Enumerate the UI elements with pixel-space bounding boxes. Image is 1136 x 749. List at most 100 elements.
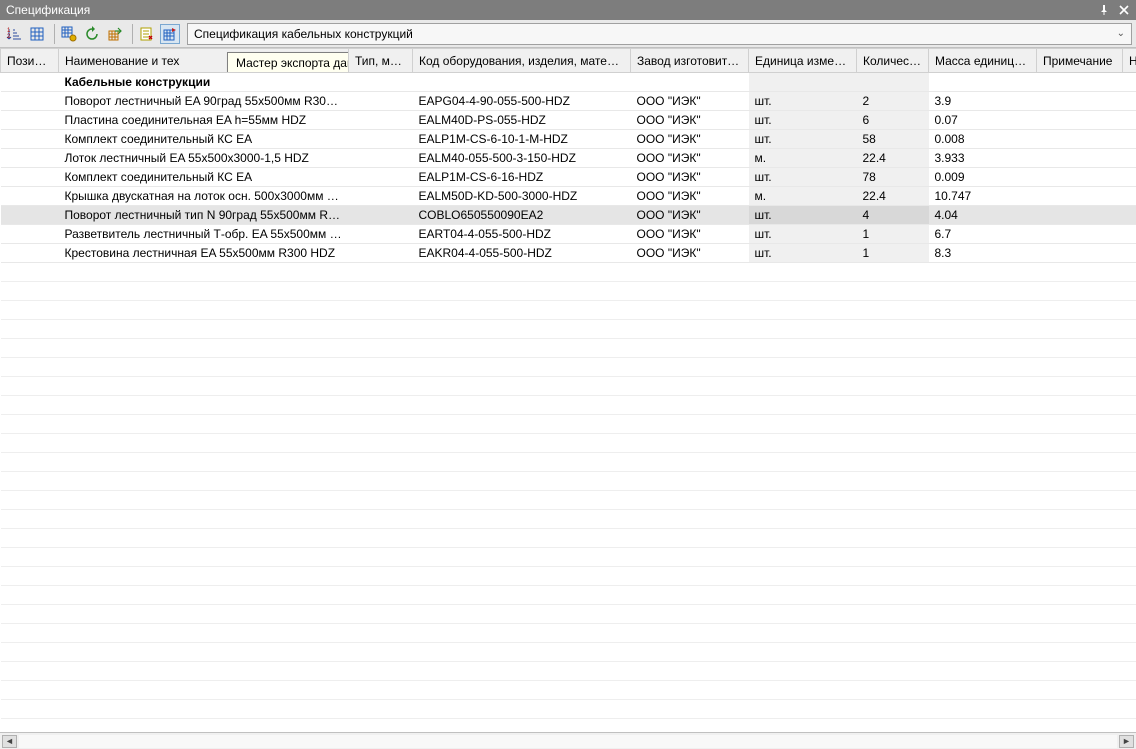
empty-row (1, 434, 1136, 453)
col-code[interactable]: Код оборудования, изделия, материала (413, 49, 631, 73)
cell-mass: 0.009 (929, 168, 1037, 187)
horizontal-scrollbar[interactable]: ◄ ► (0, 732, 1136, 749)
col-position[interactable]: Позиция (1, 49, 59, 73)
cell-factory: ООО "ИЭК" (631, 168, 749, 187)
cell-qty: 58 (857, 130, 929, 149)
cell-factory: ООО "ИЭК" (631, 206, 749, 225)
scroll-left-button[interactable]: ◄ (2, 735, 17, 748)
export-button[interactable] (105, 24, 125, 44)
empty-row (1, 377, 1136, 396)
col-note[interactable]: Примечание (1037, 49, 1123, 73)
settings-button[interactable] (137, 24, 157, 44)
cell-qty: 2 (857, 92, 929, 111)
refresh-button[interactable] (82, 24, 102, 44)
scroll-right-button[interactable]: ► (1119, 735, 1134, 748)
toolbar-separator (132, 24, 133, 44)
cell-factory: ООО "ИЭК" (631, 244, 749, 263)
cell-factory: ООО "ИЭК" (631, 225, 749, 244)
grid-config-button[interactable] (59, 24, 79, 44)
cell-name: Комплект соединительный КС EA (59, 130, 349, 149)
window-title: Спецификация (6, 3, 90, 17)
table-row[interactable]: Разветвитель лестничный Т-обр. EA 55x500… (1, 225, 1136, 244)
cell-unit: шт. (749, 92, 857, 111)
empty-row (1, 605, 1136, 624)
cell-name: Лоток лестничный EA 55x500x3000-1,5 HDZ (59, 149, 349, 168)
table-row[interactable]: Лоток лестничный EA 55x500x3000-1,5 HDZ E… (1, 149, 1136, 168)
group-row[interactable]: Кабельные конструкции (1, 73, 1136, 92)
col-unit[interactable]: Единица измерения (749, 49, 857, 73)
empty-row (1, 662, 1136, 681)
empty-row (1, 282, 1136, 301)
cell-qty: 22.4 (857, 149, 929, 168)
col-qty[interactable]: Количество (857, 49, 929, 73)
empty-row (1, 339, 1136, 358)
col-mass[interactable]: Масса единицы, кг (929, 49, 1037, 73)
cell-mass: 4.04 (929, 206, 1037, 225)
table-row[interactable]: Крестовина лестничная EA 55x500мм R300 H… (1, 244, 1136, 263)
cell-unit: шт. (749, 206, 857, 225)
cell-name: Крышка двускатная на лоток осн. 500x3000… (59, 187, 349, 206)
empty-row (1, 681, 1136, 700)
empty-row (1, 301, 1136, 320)
cell-code: EALP1M-CS-6-10-1-M-HDZ (413, 130, 631, 149)
cell-factory: ООО "ИЭК" (631, 111, 749, 130)
empty-row (1, 567, 1136, 586)
cell-name: Пластина соединительная EA h=55мм HDZ (59, 111, 349, 130)
cell-qty: 6 (857, 111, 929, 130)
cell-qty: 22.4 (857, 187, 929, 206)
cell-qty: 4 (857, 206, 929, 225)
empty-row (1, 510, 1136, 529)
scroll-track[interactable] (19, 735, 1117, 748)
table-row[interactable]: Комплект соединительный КС EA EALP1M-CS-6… (1, 168, 1136, 187)
cell-factory: ООО "ИЭК" (631, 149, 749, 168)
col-factory[interactable]: Завод изготовитель (631, 49, 749, 73)
grid[interactable]: Позиция Наименование и тех Мастер экспор… (0, 48, 1136, 732)
chevron-down-icon: ⌄ (1117, 28, 1125, 39)
export-wizard-button[interactable] (160, 24, 180, 44)
pin-icon[interactable] (1098, 4, 1110, 16)
col-type[interactable]: Тип, ма... (349, 49, 413, 73)
spec-combo[interactable]: Спецификация кабельных конструкций ⌄ (187, 23, 1132, 45)
empty-row (1, 453, 1136, 472)
cell-factory: ООО "ИЭК" (631, 92, 749, 111)
empty-row (1, 624, 1136, 643)
cell-code: COBLO650550090EA2 (413, 206, 631, 225)
col-extra[interactable]: Н (1123, 49, 1136, 73)
cell-name: Комплект соединительный КС EA (59, 168, 349, 187)
spec-combo-value: Спецификация кабельных конструкций (194, 27, 413, 41)
empty-row (1, 415, 1136, 434)
cell-code: EALM40D-PS-055-HDZ (413, 111, 631, 130)
cell-code: EALM40-055-500-3-150-HDZ (413, 149, 631, 168)
cell-code: EALP1M-CS-6-16-HDZ (413, 168, 631, 187)
empty-row (1, 643, 1136, 662)
cell-code: EART04-4-055-500-HDZ (413, 225, 631, 244)
cell-mass: 0.008 (929, 130, 1037, 149)
toolbar-separator (54, 24, 55, 44)
cell-factory: ООО "ИЭК" (631, 187, 749, 206)
cell-mass: 6.7 (929, 225, 1037, 244)
grid-button[interactable] (27, 24, 47, 44)
cell-unit: м. (749, 187, 857, 206)
close-icon[interactable] (1118, 4, 1130, 16)
sort-button[interactable]: 12 (4, 24, 24, 44)
cell-mass: 8.3 (929, 244, 1037, 263)
cell-unit: шт. (749, 244, 857, 263)
cell-name: Поворот лестничный EA 90град 55x500мм R3… (59, 92, 349, 111)
cell-mass: 0.07 (929, 111, 1037, 130)
empty-row (1, 358, 1136, 377)
table-row[interactable]: Пластина соединительная EA h=55мм HDZ EAL… (1, 111, 1136, 130)
empty-row (1, 472, 1136, 491)
cell-mass: 3.933 (929, 149, 1037, 168)
col-name[interactable]: Наименование и тех Мастер экспорта данны… (59, 49, 349, 73)
titlebar: Спецификация (0, 0, 1136, 20)
cell-qty: 78 (857, 168, 929, 187)
table-row[interactable]: Поворот лестничный тип N 90град 55x500мм… (1, 206, 1136, 225)
cell-name: Крестовина лестничная EA 55x500мм R300 H… (59, 244, 349, 263)
cell-factory: ООО "ИЭК" (631, 130, 749, 149)
cell-mass: 10.747 (929, 187, 1037, 206)
empty-row (1, 529, 1136, 548)
empty-row (1, 719, 1136, 733)
table-row[interactable]: Крышка двускатная на лоток осн. 500x3000… (1, 187, 1136, 206)
table-row[interactable]: Комплект соединительный КС EA EALP1M-CS-6… (1, 130, 1136, 149)
table-row[interactable]: Поворот лестничный EA 90град 55x500мм R3… (1, 92, 1136, 111)
